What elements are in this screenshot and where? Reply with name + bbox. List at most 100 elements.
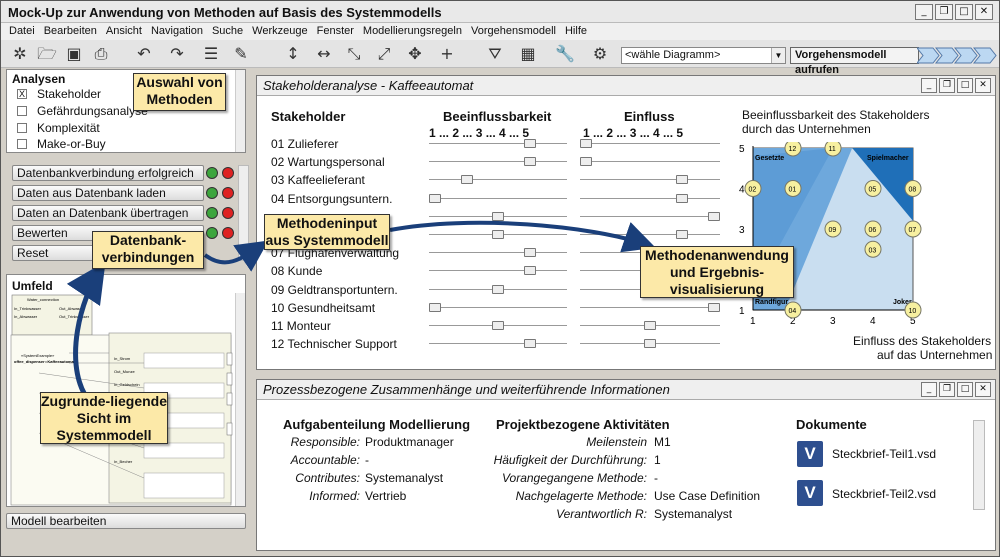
close-button[interactable]: ✕ xyxy=(975,4,993,20)
visio-file-icon[interactable]: V xyxy=(797,480,823,506)
gear-icon[interactable]: ⚙ xyxy=(589,44,611,64)
open-folder-icon[interactable]: 🗁 xyxy=(36,44,58,64)
einfluss-slider[interactable] xyxy=(676,175,688,185)
einfluss-slider[interactable] xyxy=(676,230,688,239)
checkbox-make-or-buy[interactable] xyxy=(17,139,27,149)
print-icon[interactable]: ⎙ xyxy=(90,44,112,64)
doc-link-2[interactable]: Steckbrief-Teil2.vsd xyxy=(832,487,936,501)
menu-ansicht[interactable]: Ansicht xyxy=(106,23,142,40)
menu-werkzeuge[interactable]: Werkzeuge xyxy=(252,23,307,40)
einfluss-track[interactable] xyxy=(580,179,720,181)
menu-modellierungsregeln[interactable]: Modellierungsregeln xyxy=(363,23,462,40)
beeinfluss-slider[interactable] xyxy=(523,266,536,276)
beeinfluss-slider[interactable] xyxy=(492,284,504,294)
einfluss-track[interactable] xyxy=(580,215,720,217)
einfluss-slider[interactable] xyxy=(644,339,656,349)
beeinfluss-track[interactable] xyxy=(429,306,567,308)
magic-icon[interactable]: ✲ xyxy=(9,44,31,64)
db-transfer-button[interactable]: Daten an Datenbank übertragen xyxy=(12,205,204,221)
move-icon[interactable]: ✥ xyxy=(404,44,426,64)
minimize-button[interactable]: _ xyxy=(915,4,933,20)
beeinfluss-slider[interactable] xyxy=(523,248,536,258)
diagram-text: Out_Trinkwasser xyxy=(59,314,90,319)
diagonal-resize-icon[interactable]: ⤡ xyxy=(343,44,365,64)
einfluss-slider[interactable] xyxy=(708,211,720,221)
filter-icon[interactable]: ⛛ xyxy=(484,44,506,64)
umfeld-scrollbar[interactable] xyxy=(235,293,245,506)
einfluss-slider[interactable] xyxy=(580,139,592,148)
beeinfluss-slider[interactable] xyxy=(429,193,441,203)
beeinfluss-track[interactable] xyxy=(429,197,567,199)
einfluss-track[interactable] xyxy=(580,161,720,163)
einfluss-slider[interactable] xyxy=(644,321,656,330)
close-button[interactable]: ✕ xyxy=(975,382,991,397)
checkbox-komplexitaet[interactable] xyxy=(17,123,27,133)
menu-bearbeiten[interactable]: Bearbeiten xyxy=(44,23,97,40)
table-icon[interactable]: ▦ xyxy=(517,44,539,64)
beeinfluss-track[interactable] xyxy=(429,179,567,181)
einfluss-track[interactable] xyxy=(580,234,720,235)
save-icon[interactable]: ▣ xyxy=(63,44,85,64)
undo-icon[interactable]: ↶ xyxy=(133,44,155,64)
minimize-button[interactable]: _ xyxy=(921,78,937,93)
maximize-button[interactable]: □ xyxy=(957,78,973,93)
menu-datei[interactable]: Datei xyxy=(9,23,35,40)
menu-suche[interactable]: Suche xyxy=(212,23,243,40)
beeinfluss-slider[interactable] xyxy=(523,157,536,167)
beeinfluss-track[interactable] xyxy=(429,143,567,144)
doc-link-1[interactable]: Steckbrief-Teil1.vsd xyxy=(832,447,936,461)
menu-hilfe[interactable]: Hilfe xyxy=(565,23,587,40)
visio-file-icon[interactable]: V xyxy=(797,441,823,467)
db-scrollbar[interactable] xyxy=(238,165,249,261)
beeinfluss-slider[interactable] xyxy=(460,175,473,185)
restore-button[interactable]: ❐ xyxy=(935,4,953,20)
close-button[interactable]: ✕ xyxy=(975,78,991,93)
einfluss-track[interactable] xyxy=(580,143,720,144)
list-icon[interactable]: ☰ xyxy=(200,44,222,64)
wrench-icon[interactable]: 🔧 xyxy=(554,44,576,64)
restore-button[interactable]: ❐ xyxy=(939,78,955,93)
chevron-down-icon[interactable]: ▼ xyxy=(771,48,785,63)
process-chevrons[interactable] xyxy=(917,47,997,64)
analysen-scrollbar[interactable] xyxy=(235,70,245,152)
checkbox-stakeholder[interactable]: X xyxy=(17,89,27,99)
vertical-resize-icon[interactable]: ↕ xyxy=(282,44,304,64)
menu-fenster[interactable]: Fenster xyxy=(317,23,354,40)
chart-xtitle-1: Einfluss des Stakeholders xyxy=(853,334,992,348)
edit-icon[interactable]: ✎ xyxy=(230,44,252,64)
restore-button[interactable]: ❐ xyxy=(939,382,955,397)
beeinfluss-track[interactable] xyxy=(429,161,567,163)
einfluss-slider[interactable] xyxy=(708,302,720,312)
einfluss-slider[interactable] xyxy=(676,193,688,203)
edit-model-button[interactable]: Modell bearbeiten xyxy=(6,513,246,529)
beeinfluss-track[interactable] xyxy=(429,252,567,254)
diagram-select[interactable]: <wähle Diagramm> ▼ xyxy=(621,47,786,64)
checkbox-gefaehrdung[interactable] xyxy=(17,106,27,116)
beeinfluss-slider[interactable] xyxy=(523,339,536,349)
einfluss-slider[interactable] xyxy=(580,157,592,167)
maximize-button[interactable]: □ xyxy=(955,4,973,20)
data-point-label: 12 xyxy=(789,146,797,153)
menu-vorgehensmodell[interactable]: Vorgehensmodell xyxy=(471,23,556,40)
maximize-button[interactable]: □ xyxy=(957,382,973,397)
db-load-button[interactable]: Daten aus Datenbank laden xyxy=(12,185,204,201)
menu-navigation[interactable]: Navigation xyxy=(151,23,203,40)
minimize-button[interactable]: _ xyxy=(921,382,937,397)
docs-scrollbar[interactable] xyxy=(973,420,985,510)
beeinfluss-slider[interactable] xyxy=(492,211,504,221)
redo-icon[interactable]: ↷ xyxy=(166,44,188,64)
beeinfluss-track[interactable] xyxy=(429,270,567,272)
diagonal-resize-2-icon[interactable]: ⤢ xyxy=(373,44,395,64)
beeinfluss-track[interactable] xyxy=(429,343,567,345)
einfluss-track[interactable] xyxy=(580,197,720,199)
process-model-button[interactable]: Vorgehensmodell aufrufen xyxy=(790,47,919,76)
horizontal-resize-icon[interactable]: ↔ xyxy=(313,44,335,64)
stakeholder-matrix-chart[interactable]: 1234512345GesetzteSpielmacherRandfigurJo… xyxy=(735,142,935,332)
plus-icon[interactable]: + xyxy=(436,44,458,64)
db-connection-button[interactable]: Datenbankverbindung erfolgreich xyxy=(12,165,204,181)
beeinfluss-slider[interactable] xyxy=(429,302,441,312)
beeinfluss-slider[interactable] xyxy=(523,139,536,148)
beeinfluss-slider[interactable] xyxy=(492,321,504,330)
einfluss-track[interactable] xyxy=(580,306,720,308)
beeinfluss-slider[interactable] xyxy=(492,230,504,239)
